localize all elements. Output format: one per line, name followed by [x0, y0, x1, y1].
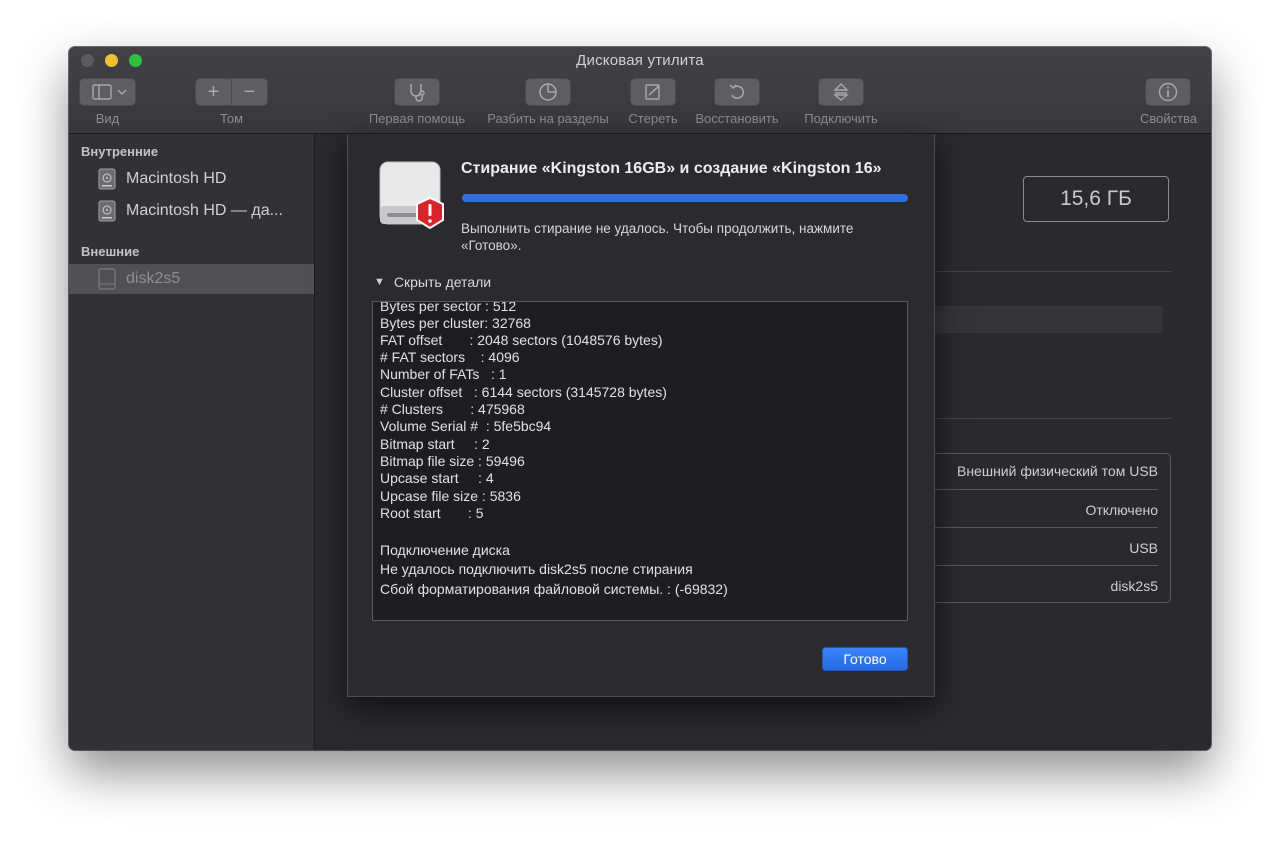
sidebar-item-macintosh-hd-data[interactable]: Macintosh HD — да... — [69, 196, 314, 226]
log-line: Bytes per cluster: 32768 — [380, 315, 531, 331]
log-line: Подключение диска — [380, 542, 510, 558]
erase-icon — [645, 84, 660, 100]
erase-button[interactable] — [630, 78, 676, 106]
log-line: Сбой форматирования файловой системы. : … — [380, 581, 728, 597]
sidebar-item-disk2s5[interactable]: disk2s5 — [69, 264, 314, 294]
drive-error-icon — [376, 158, 456, 238]
error-message: Выполнить стирание не удалось. Чтобы про… — [461, 221, 854, 253]
eject-mount-icon — [833, 83, 849, 101]
disk-utility-window: Дисковая утилита Вид + − Том Первая помо… — [69, 47, 1211, 750]
info-value-location: Внешний физический том USB — [956, 463, 1158, 479]
info-value-connection: USB — [1129, 540, 1158, 556]
sidebar-item-label: disk2s5 — [126, 270, 181, 287]
info-divider — [931, 527, 1158, 528]
erase-label: Стереть — [628, 111, 678, 126]
divider — [931, 418, 1171, 419]
log-line: FAT offset : 2048 sectors (1048576 bytes… — [380, 332, 663, 348]
stethoscope-icon — [410, 84, 425, 102]
log-line: Volume Serial # : 5fe5bc94 — [380, 418, 552, 434]
details-log[interactable]: Bytes per sector : 512 Bytes per cluster… — [372, 301, 908, 621]
internal-section-header: Внутренние — [81, 144, 159, 159]
sheet-title: Стирание «Kingston 16GB» и создание «Kin… — [461, 160, 882, 177]
log-line: Не удалось подключить disk2s5 после стир… — [380, 561, 693, 577]
divider — [931, 271, 1171, 272]
internal-disk-icon — [97, 200, 117, 222]
partition-button[interactable] — [525, 78, 571, 106]
info-button[interactable] — [1145, 78, 1191, 106]
add-volume-button[interactable]: + — [196, 79, 232, 105]
volume-label: Том — [219, 111, 244, 126]
log-line: Upcase file size : 5836 — [380, 488, 521, 504]
log-line: Cluster offset : 6144 sectors (3145728 b… — [380, 384, 667, 400]
restore-button[interactable] — [714, 78, 760, 106]
view-button[interactable] — [79, 78, 136, 106]
log-line: Bytes per sector : 512 — [380, 301, 517, 314]
disclosure-triangle-icon: ▼ — [374, 276, 385, 288]
mount-label: Подключить — [804, 111, 878, 126]
log-line: Upcase start : 4 — [380, 470, 494, 486]
external-disk-icon — [97, 268, 117, 290]
progress-fill — [462, 194, 908, 202]
sidebar-item-label: Macintosh HD — [126, 170, 227, 187]
pie-partition-icon — [539, 83, 557, 101]
sidebar-view-icon — [91, 84, 127, 100]
first-aid-button[interactable] — [394, 78, 440, 106]
done-button[interactable]: Готово — [822, 647, 908, 671]
log-line: Root start : 5 — [380, 505, 484, 521]
restore-arrow-icon — [729, 84, 745, 99]
info-icon — [1158, 82, 1178, 102]
info-divider — [931, 565, 1158, 566]
titlebar: Дисковая утилита Вид + − Том Первая помо… — [69, 47, 1211, 134]
log-line: Bitmap file size : 59496 — [380, 453, 525, 469]
log-line: Number of FATs : 1 — [380, 366, 507, 382]
details-toggle-label: Скрыть детали — [393, 274, 492, 290]
log-line: # Clusters : 475968 — [380, 401, 525, 417]
remove-volume-button[interactable]: − — [232, 79, 267, 105]
partition-label: Разбить на разделы — [487, 111, 609, 126]
erase-result-sheet: Стирание «Kingston 16GB» и создание «Kin… — [347, 134, 935, 697]
info-table: Внешний физический том USB Отключено USB… — [931, 453, 1171, 603]
sidebar-item-label: Macintosh HD — да... — [126, 202, 283, 219]
log-line: Bitmap start : 2 — [380, 436, 490, 452]
mount-button[interactable] — [818, 78, 864, 106]
first-aid-label: Первая помощь — [368, 111, 466, 126]
info-value-device: disk2s5 — [1110, 578, 1158, 594]
usage-bar — [931, 306, 1163, 333]
sidebar: Внутренние Macintosh HD Macintosh HD — д… — [69, 134, 315, 750]
view-label: Вид — [95, 111, 120, 126]
window-title: Дисковая утилита — [576, 52, 704, 69]
info-divider — [931, 489, 1158, 490]
hide-details-toggle[interactable]: ▼ Скрыть детали — [374, 274, 491, 290]
volume-segmented-control: + − — [195, 78, 268, 106]
info-label: Свойства — [1139, 111, 1198, 126]
log-line: # FAT sectors : 4096 — [380, 349, 520, 365]
sidebar-item-macintosh-hd[interactable]: Macintosh HD — [69, 164, 314, 194]
restore-label: Восстановить — [695, 111, 779, 126]
erase-progress-bar — [462, 194, 908, 202]
info-value-mount-state: Отключено — [1085, 502, 1158, 518]
capacity-box: 15,6 ГБ — [1023, 176, 1169, 222]
internal-disk-icon — [97, 168, 117, 190]
external-section-header: Внешние — [81, 244, 140, 259]
